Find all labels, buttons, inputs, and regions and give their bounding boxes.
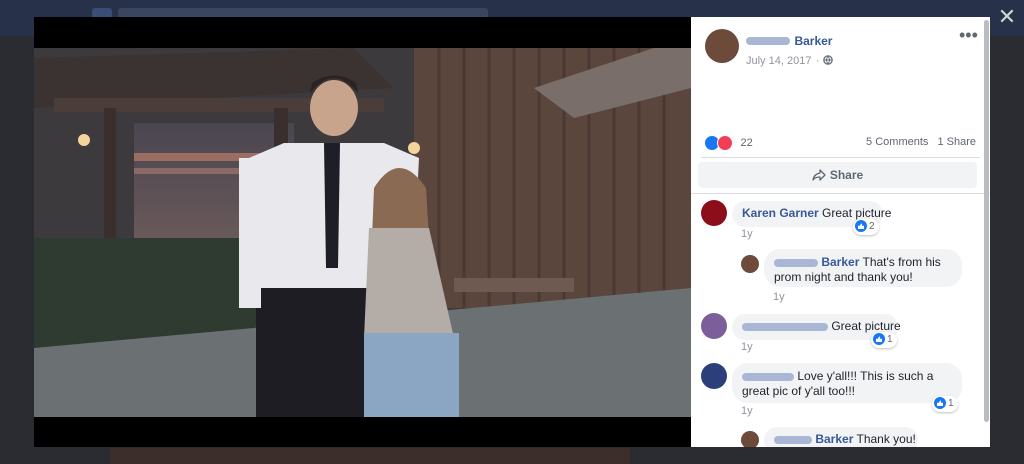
comment-time[interactable]: 1y bbox=[741, 228, 753, 240]
share-icon bbox=[812, 169, 826, 181]
name-blur bbox=[774, 435, 812, 444]
name-blur bbox=[742, 372, 794, 381]
more-icon[interactable]: ••• bbox=[959, 26, 978, 44]
photo[interactable] bbox=[34, 48, 691, 417]
comment-time[interactable]: 1y bbox=[741, 341, 753, 353]
globe-icon bbox=[822, 55, 833, 65]
commenter-avatar[interactable] bbox=[741, 431, 759, 447]
close-icon[interactable]: ✕ bbox=[996, 6, 1018, 28]
comment-author[interactable]: Karen Garner bbox=[742, 206, 819, 220]
background-strip bbox=[110, 448, 630, 464]
comment-likes[interactable]: 1 bbox=[932, 396, 958, 412]
photo-illustration bbox=[34, 48, 691, 417]
comment-bubble: Barker Thank you! bbox=[764, 427, 918, 447]
share-button[interactable]: Share bbox=[698, 162, 977, 188]
commenter-avatar[interactable] bbox=[741, 255, 759, 273]
photo-viewer bbox=[34, 17, 691, 447]
panel-scrollbar[interactable] bbox=[984, 20, 989, 422]
commenter-avatar[interactable] bbox=[701, 363, 727, 389]
comment-text: Thank you! bbox=[856, 432, 916, 446]
post-date[interactable]: July 14, 2017 bbox=[746, 55, 811, 67]
comment-bubble: Barker That's from his prom night and th… bbox=[764, 249, 962, 287]
comment-author[interactable]: Barker bbox=[821, 255, 859, 269]
name-blur bbox=[746, 36, 790, 45]
divider bbox=[701, 157, 980, 158]
like-icon bbox=[873, 333, 885, 346]
post-meta: July 14, 2017 · bbox=[746, 51, 833, 69]
post-panel: Barker July 14, 2017 · ••• 22 5 Comments… bbox=[691, 17, 990, 447]
author-name[interactable]: Barker bbox=[746, 32, 832, 50]
name-blur bbox=[742, 322, 828, 331]
love-icon bbox=[717, 134, 733, 151]
commenter-avatar[interactable] bbox=[701, 200, 727, 226]
commenter-avatar[interactable] bbox=[701, 313, 727, 339]
reactions-summary[interactable]: 22 bbox=[705, 134, 753, 152]
comment-text: Great picture bbox=[831, 319, 901, 333]
comment-author[interactable]: Barker bbox=[815, 432, 853, 446]
comment-likes[interactable]: 2 bbox=[853, 219, 879, 235]
comment-time[interactable]: 1y bbox=[773, 291, 785, 303]
comment-time[interactable]: 1y bbox=[741, 405, 753, 417]
author-avatar[interactable] bbox=[705, 29, 739, 63]
like-icon bbox=[934, 397, 946, 410]
shares-count[interactable]: 1 Share bbox=[937, 136, 976, 148]
name-blur bbox=[774, 258, 818, 267]
comment-likes[interactable]: 1 bbox=[871, 332, 897, 348]
reactions-count: 22 bbox=[740, 136, 753, 149]
divider bbox=[691, 193, 990, 194]
comments-count[interactable]: 5 Comments bbox=[866, 136, 928, 148]
like-icon bbox=[855, 220, 867, 233]
comment-text: Great picture bbox=[822, 206, 892, 220]
comment-bubble: Love y'all!!! This is such a great pic o… bbox=[732, 363, 962, 403]
